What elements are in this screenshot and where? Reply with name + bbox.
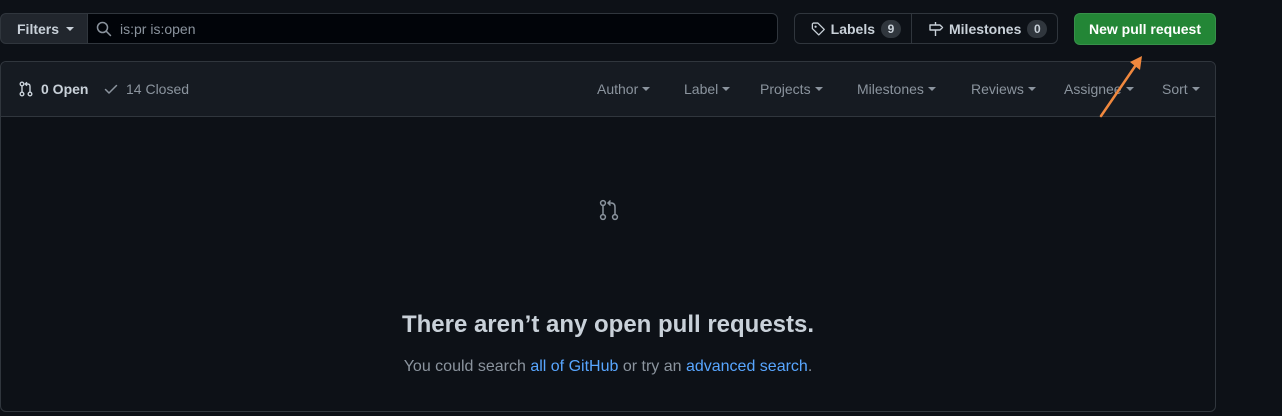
git-pull-request-icon	[599, 199, 619, 221]
filters-dropdown-button[interactable]: Filters	[0, 13, 88, 44]
milestones-filter-label: Milestones	[857, 81, 924, 97]
new-pull-request-button[interactable]: New pull request	[1074, 13, 1216, 45]
caret-down-icon	[814, 87, 823, 91]
list-header: 0 Open 14 Closed Author Label Projects M…	[1, 62, 1215, 117]
all-of-github-link[interactable]: all of GitHub	[530, 358, 618, 375]
projects-filter-label: Projects	[760, 81, 811, 97]
pull-request-list-box: 0 Open 14 Closed Author Label Projects M…	[0, 61, 1216, 412]
search-box[interactable]	[87, 13, 778, 44]
closed-tab[interactable]: 14 Closed	[103, 62, 189, 116]
caret-down-icon	[1191, 87, 1200, 91]
labels-label: Labels	[830, 20, 875, 37]
label-filter-label: Label	[684, 81, 719, 97]
labels-milestones-group: Labels 9 Milestones 0	[794, 13, 1058, 44]
author-filter-menu[interactable]: Author	[597, 62, 651, 116]
caret-down-icon	[1027, 87, 1036, 91]
caret-down-icon	[66, 26, 75, 31]
desc-middle: or try an	[618, 358, 686, 375]
empty-state-title: There aren’t any open pull requests.	[401, 311, 815, 338]
author-filter-label: Author	[597, 81, 639, 97]
caret-down-icon	[927, 87, 936, 91]
label-filter-menu[interactable]: Label	[684, 62, 731, 116]
git-pull-request-icon	[19, 81, 33, 97]
sort-menu[interactable]: Sort	[1162, 62, 1200, 116]
filters-label: Filters	[17, 20, 60, 37]
milestones-count-badge: 0	[1027, 19, 1048, 38]
milestones-filter-menu[interactable]: Milestones	[857, 62, 936, 116]
milestones-label: Milestones	[949, 20, 1022, 37]
labels-count-badge: 9	[881, 19, 901, 38]
search-input[interactable]	[120, 20, 760, 37]
closed-count-label: 14 Closed	[126, 81, 190, 97]
reviews-filter-menu[interactable]: Reviews	[971, 62, 1036, 116]
caret-down-icon	[642, 87, 651, 91]
check-icon	[104, 84, 118, 94]
desc-suffix: .	[807, 358, 813, 375]
advanced-search-link[interactable]: advanced search	[686, 358, 808, 375]
empty-state: There aren’t any open pull requests. You…	[1, 118, 1215, 411]
projects-filter-menu[interactable]: Projects	[760, 62, 823, 116]
milestones-button[interactable]: Milestones 0	[912, 14, 1057, 43]
search-icon	[96, 21, 112, 36]
caret-down-icon	[722, 87, 731, 91]
open-tab[interactable]: 0 Open	[18, 62, 88, 116]
open-count-label: 0 Open	[41, 81, 89, 97]
desc-prefix: You could search	[403, 358, 531, 375]
empty-state-description: You could search all of GitHub or try an…	[1, 358, 1215, 376]
pull-requests-page: Filters Labels 9 Milestones 0	[0, 0, 1282, 416]
tag-icon	[811, 21, 825, 36]
milestone-icon	[929, 21, 944, 36]
annotation-arrow-icon	[1099, 56, 1142, 118]
sort-label: Sort	[1162, 81, 1188, 97]
reviews-filter-label: Reviews	[971, 81, 1024, 97]
labels-button[interactable]: Labels 9	[795, 14, 912, 43]
